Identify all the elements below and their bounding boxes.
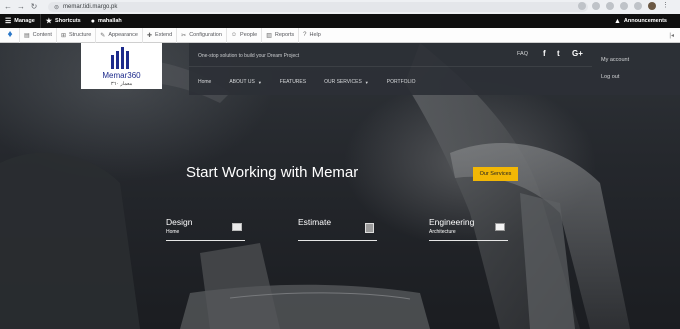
tray-orientation-icon[interactable]: |◂ — [669, 32, 674, 39]
manage-label: Manage — [14, 18, 35, 24]
main-navigation: Home ABOUT US ▼ FEATURES OUR SERVICES ▼ PO… — [198, 79, 434, 85]
content-icon: ▤ — [24, 32, 30, 39]
tray-item-label: Appearance — [108, 32, 138, 38]
tray-item-extend[interactable]: ✚ Extend — [142, 27, 176, 43]
logo-subtitle: معمار ٣٦٠ — [110, 81, 133, 87]
tray-item-label: Content — [32, 32, 52, 38]
site-tagline: One-stop solution to build your Dream Pr… — [198, 53, 300, 59]
feature-subtitle: Home — [166, 229, 180, 235]
tray-item-label: Structure — [68, 32, 92, 38]
shortcuts-menu[interactable]: ★ Shortcuts — [41, 14, 86, 28]
extensions-puzzle-icon[interactable] — [634, 2, 642, 10]
hero-section: Memar360 معمار ٣٦٠ One-stop solution to … — [0, 43, 680, 329]
nav-item-about-us[interactable]: ABOUT US ▼ — [229, 79, 261, 85]
profile-avatar[interactable] — [648, 2, 656, 10]
nav-item-label: PORTFOLIO — [386, 79, 416, 85]
star-icon: ★ — [45, 18, 53, 25]
feature-subtitle: Architecture — [429, 229, 456, 235]
site-header: One-stop solution to build your Dream Pr… — [189, 43, 592, 95]
announcements-menu[interactable]: ▲ Announcements — [609, 14, 672, 28]
configuration-icon: ✂ — [181, 32, 187, 39]
tray-item-label: Reports — [274, 32, 295, 38]
chevron-down-icon: ▼ — [364, 79, 369, 85]
nav-item-label: ABOUT US — [229, 79, 255, 85]
logo-text: Memar360 — [102, 71, 141, 80]
faq-link[interactable]: FAQ — [517, 51, 528, 57]
browser-menu-icon[interactable]: ⋮ — [662, 2, 670, 10]
reports-icon: ▥ — [266, 32, 272, 39]
nav-item-label: FEATURES — [279, 79, 307, 85]
reload-icon[interactable]: ↻ — [29, 2, 39, 12]
back-icon[interactable]: ← — [3, 2, 13, 12]
announcements-label: Announcements — [623, 18, 667, 24]
user-label: mahallah — [97, 18, 122, 24]
broken-image-icon — [495, 223, 505, 231]
site-logo[interactable]: Memar360 معمار ٣٦٠ — [81, 43, 162, 89]
nav-item-home[interactable]: Home — [198, 79, 211, 85]
nav-item-portfolio[interactable]: PORTFOLIO — [387, 79, 416, 85]
facebook-icon[interactable]: f — [543, 49, 546, 58]
nav-item-label: OUR SERVICES — [324, 79, 362, 85]
tray-item-help[interactable]: ? Help — [298, 27, 325, 43]
manage-menu[interactable]: ☰ Manage — [0, 14, 41, 28]
nav-item-our-services[interactable]: OUR SERVICES ▼ — [324, 79, 369, 85]
design-image-icon — [232, 223, 242, 231]
google-plus-icon[interactable]: G+ — [572, 49, 583, 58]
nav-item-features[interactable]: FEATURES — [280, 79, 306, 85]
logo-building-icon — [108, 47, 134, 69]
extension-icon[interactable] — [606, 2, 614, 10]
feature-title: Engineering — [429, 217, 475, 227]
tray-item-structure[interactable]: ⊞ Structure — [55, 27, 95, 43]
people-icon: ☺ — [230, 32, 238, 38]
chevron-down-icon: ▼ — [257, 79, 262, 85]
site-info-icon[interactable]: ⊜ — [54, 4, 59, 11]
tray-item-reports[interactable]: ▥ Reports — [261, 27, 298, 43]
my-account-link[interactable]: My account — [601, 57, 629, 63]
hamburger-icon: ☰ — [5, 18, 12, 25]
feature-engineering[interactable]: Engineering Architecture — [429, 217, 508, 241]
megaphone-icon: ▲ — [613, 17, 621, 25]
feature-estimate[interactable]: Estimate — [298, 217, 377, 241]
estimate-image-icon — [365, 223, 374, 233]
tray-item-people[interactable]: ☺ People — [225, 27, 261, 43]
appearance-icon: ✎ — [100, 32, 106, 39]
admin-tray: ♦ ▤ Content ⊞ Structure ✎ Appearance ✚ E… — [0, 27, 680, 43]
tray-item-label: Help — [309, 32, 321, 38]
account-panel: My account Log out — [592, 43, 680, 95]
admin-toolbar: ☰ Manage ★ Shortcuts ● mahallah ▲ Announ… — [0, 14, 680, 28]
feature-title: Estimate — [298, 217, 332, 227]
user-menu[interactable]: ● mahallah — [86, 14, 127, 28]
tray-item-label: People — [240, 32, 258, 38]
header-divider — [189, 66, 592, 67]
tray-item-label: Extend — [155, 32, 173, 38]
hero-title: Start Working with Memar — [186, 164, 359, 181]
tray-item-label: Configuration — [189, 32, 222, 38]
feature-title: Design — [166, 217, 193, 227]
address-bar[interactable]: ⊜ memar.tidi.margo.pk ☆ — [48, 2, 588, 12]
twitter-icon[interactable]: t — [557, 49, 560, 58]
extension-icon[interactable] — [620, 2, 628, 10]
help-icon: ? — [303, 32, 307, 38]
structure-icon: ⊞ — [60, 32, 66, 39]
extension-icon[interactable] — [578, 2, 586, 10]
logout-link[interactable]: Log out — [601, 74, 619, 80]
forward-icon[interactable]: → — [16, 2, 26, 12]
tray-item-configuration[interactable]: ✂ Configuration — [176, 27, 226, 43]
our-services-button[interactable]: Our Services — [473, 167, 518, 181]
browser-toolbar: ← → ↻ ⊜ memar.tidi.margo.pk ☆ ⋮ — [0, 0, 680, 14]
drupal-logo-icon[interactable]: ♦ — [4, 29, 16, 41]
extend-icon: ✚ — [147, 32, 153, 39]
shortcuts-label: Shortcuts — [55, 18, 81, 24]
tray-item-content[interactable]: ▤ Content — [19, 27, 56, 43]
url-text: memar.tidi.margo.pk — [63, 4, 118, 10]
extension-icon[interactable] — [592, 2, 600, 10]
user-icon: ● — [90, 17, 95, 25]
tray-item-appearance[interactable]: ✎ Appearance — [95, 27, 142, 43]
nav-item-label: Home — [198, 79, 212, 85]
feature-design[interactable]: Design Home — [166, 217, 245, 241]
